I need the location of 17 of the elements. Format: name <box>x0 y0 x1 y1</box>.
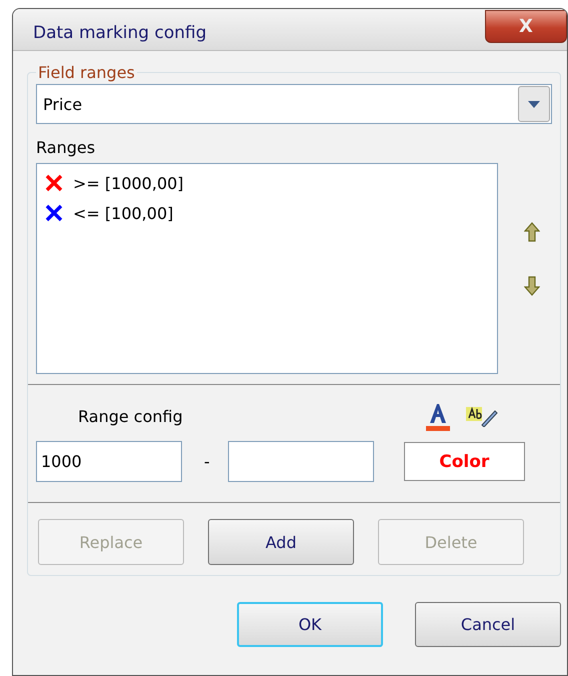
color-button[interactable]: Color <box>404 442 525 481</box>
action-button[interactable]: Add <box>208 519 354 565</box>
group-title: Field ranges <box>37 63 136 82</box>
dialog-button[interactable]: Cancel <box>415 602 561 647</box>
close-button[interactable]: X <box>485 10 567 43</box>
highlight-icon[interactable] <box>466 405 498 427</box>
range-to-field[interactable] <box>228 441 374 482</box>
range-item[interactable]: <= [100,00] <box>45 200 497 226</box>
range-from-field[interactable]: 1000 <box>36 441 182 482</box>
window-title: Data marking config <box>33 23 207 43</box>
range-item[interactable]: >= [1000,00] <box>45 170 497 196</box>
range-separator: - <box>204 452 210 471</box>
range-config-label: Range config <box>78 406 184 426</box>
font-color-icon[interactable] <box>424 401 452 431</box>
ranges-label: Ranges <box>36 138 96 157</box>
dialog-button[interactable]: OK <box>237 602 383 647</box>
field-dropdown[interactable]: Price <box>36 84 552 124</box>
